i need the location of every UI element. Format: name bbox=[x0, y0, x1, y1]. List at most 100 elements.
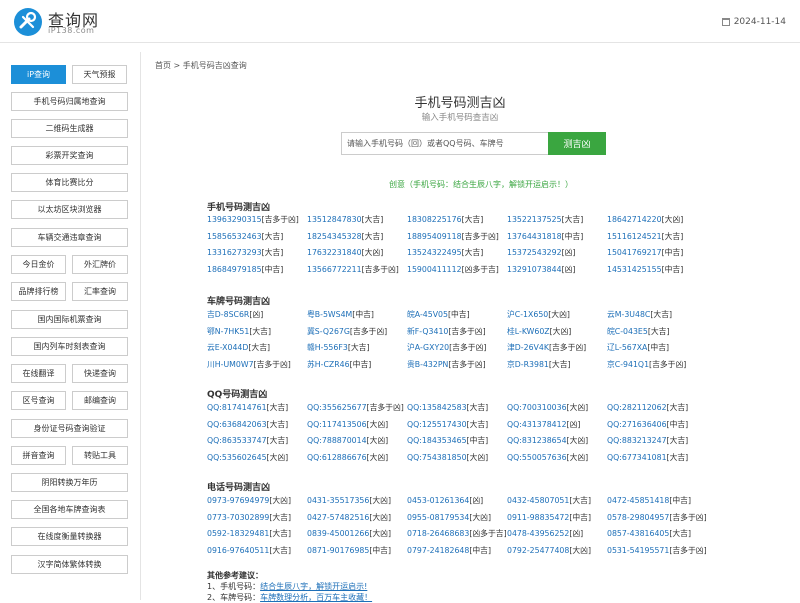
result-item[interactable]: QQ:788870014[大凶] bbox=[307, 435, 407, 452]
result-link[interactable]: 0478-43956252 bbox=[507, 529, 569, 538]
sidebar-item[interactable]: 阴阳转换万年历 bbox=[11, 473, 128, 492]
result-link[interactable]: QQ:117413506 bbox=[307, 420, 367, 429]
sidebar-item[interactable]: 转贴工具 bbox=[72, 446, 128, 465]
result-link[interactable]: 0431-35517356 bbox=[307, 496, 369, 505]
result-link[interactable]: QQ:431378412 bbox=[507, 420, 567, 429]
result-item[interactable]: 13764431818[中吉] bbox=[507, 231, 607, 248]
result-link[interactable]: 京D-R3981 bbox=[507, 360, 549, 369]
result-link[interactable]: 苏H-CZR46 bbox=[307, 360, 350, 369]
result-item[interactable]: 13524322495[大吉] bbox=[407, 247, 507, 264]
logo-icon[interactable] bbox=[14, 8, 42, 36]
sidebar-item[interactable]: 拼音查询 bbox=[11, 446, 66, 465]
result-item[interactable]: 0797-24182648[中吉] bbox=[407, 545, 507, 562]
result-link[interactable]: QQ:550057636 bbox=[507, 453, 567, 462]
result-item[interactable]: 15856532463[大吉] bbox=[207, 231, 307, 248]
result-item[interactable]: 17632231840[大凶] bbox=[307, 247, 407, 264]
result-link[interactable]: 吉D-8SC6R bbox=[207, 310, 249, 319]
result-link[interactable]: 18308225176 bbox=[407, 215, 462, 224]
result-item[interactable]: 沪A-GXY20[吉多于凶] bbox=[407, 342, 507, 359]
result-link[interactable]: QQ:612886676 bbox=[307, 453, 367, 462]
result-link[interactable]: 0472-45851418 bbox=[607, 496, 669, 505]
result-item[interactable]: 0718-26468683[凶多于吉] bbox=[407, 528, 507, 545]
result-link[interactable]: 新F-Q3410 bbox=[407, 327, 448, 336]
result-link[interactable]: 18254345328 bbox=[307, 232, 362, 241]
sidebar-item[interactable]: 外汇牌价 bbox=[72, 255, 128, 274]
sidebar-item[interactable]: iP查询 bbox=[11, 65, 66, 84]
result-link[interactable]: QQ:535602645 bbox=[207, 453, 267, 462]
sidebar-item[interactable]: 身份证号码查询验证 bbox=[11, 419, 128, 438]
result-item[interactable]: 18684979185[中吉] bbox=[207, 264, 307, 281]
sidebar-item[interactable]: 体育比赛比分 bbox=[11, 173, 128, 192]
result-item[interactable]: 云M-3U48C[大吉] bbox=[607, 309, 707, 326]
result-link[interactable]: 0911-98835472 bbox=[507, 513, 569, 522]
notes-link[interactable]: 结合生辰八字，解锁开运启示! bbox=[260, 582, 367, 591]
result-link[interactable]: 17632231840 bbox=[307, 248, 362, 257]
result-item[interactable]: QQ:184353465[中吉] bbox=[407, 435, 507, 452]
result-item[interactable]: 15372543292[凶] bbox=[507, 247, 607, 264]
result-item[interactable]: 吉D-8SC6R[凶] bbox=[207, 309, 307, 326]
result-item[interactable]: 0792-25477408[大凶] bbox=[507, 545, 607, 562]
result-link[interactable]: QQ:788870014 bbox=[307, 436, 367, 445]
result-item[interactable]: 14531425155[中吉] bbox=[607, 264, 707, 281]
result-link[interactable]: 18642714220 bbox=[607, 215, 662, 224]
result-link[interactable]: 鄂N-7HK51 bbox=[207, 327, 249, 336]
result-item[interactable]: QQ:612886676[大凶] bbox=[307, 452, 407, 469]
result-link[interactable]: 14531425155 bbox=[607, 265, 662, 274]
result-item[interactable]: QQ:117413506[大凶] bbox=[307, 419, 407, 436]
result-item[interactable]: 云E-X044D[大吉] bbox=[207, 342, 307, 359]
result-item[interactable]: 13291073844[凶] bbox=[507, 264, 607, 281]
result-item[interactable]: 0478-43956252[凶] bbox=[507, 528, 607, 545]
result-link[interactable]: 13291073844 bbox=[507, 265, 562, 274]
result-link[interactable]: QQ:863533747 bbox=[207, 436, 267, 445]
result-link[interactable]: 18895409118 bbox=[407, 232, 462, 241]
result-link[interactable]: 13512847830 bbox=[307, 215, 362, 224]
sidebar-item[interactable]: 车辆交通违章查询 bbox=[11, 228, 128, 247]
result-item[interactable]: QQ:677341081[大吉] bbox=[607, 452, 707, 469]
result-item[interactable]: 0472-45851418[中吉] bbox=[607, 495, 707, 512]
result-link[interactable]: QQ:184353465 bbox=[407, 436, 467, 445]
result-item[interactable]: 0916-97640511[大吉] bbox=[207, 545, 307, 562]
result-link[interactable]: 13524322495 bbox=[407, 248, 462, 257]
result-item[interactable]: 15900411112[凶多于吉] bbox=[407, 264, 507, 281]
result-item[interactable]: 桂L-KW60Z[大凶] bbox=[507, 326, 607, 343]
result-link[interactable]: 0792-25477408 bbox=[507, 546, 569, 555]
result-item[interactable]: QQ:135842583[大吉] bbox=[407, 402, 507, 419]
result-item[interactable]: 0955-08179534[大凶] bbox=[407, 512, 507, 529]
result-item[interactable]: 新F-Q3410[吉多于凶] bbox=[407, 326, 507, 343]
result-item[interactable]: 0839-45001266[大凶] bbox=[307, 528, 407, 545]
result-item[interactable]: 0773-70302899[大吉] bbox=[207, 512, 307, 529]
result-item[interactable]: 贵B-432PN[吉多于凶] bbox=[407, 359, 507, 376]
result-item[interactable]: QQ:431378412[凶] bbox=[507, 419, 607, 436]
sidebar-item[interactable]: 快递查询 bbox=[72, 364, 128, 383]
result-item[interactable]: QQ:831238654[大凶] bbox=[507, 435, 607, 452]
result-item[interactable]: 津D-26V4K[吉多于凶] bbox=[507, 342, 607, 359]
result-link[interactable]: 桂L-KW60Z bbox=[507, 327, 550, 336]
result-link[interactable]: 0592-18329481 bbox=[207, 529, 269, 538]
result-link[interactable]: 0916-97640511 bbox=[207, 546, 269, 555]
result-link[interactable]: 贵B-432PN bbox=[407, 360, 448, 369]
result-item[interactable]: 沪C-1X650[大凶] bbox=[507, 309, 607, 326]
result-link[interactable]: 18684979185 bbox=[207, 265, 262, 274]
result-item[interactable]: QQ:700310036[大凶] bbox=[507, 402, 607, 419]
result-link[interactable]: 0531-54195571 bbox=[607, 546, 669, 555]
result-link[interactable]: 皖A-45V05 bbox=[407, 310, 448, 319]
result-link[interactable]: 0773-70302899 bbox=[207, 513, 269, 522]
result-link[interactable]: QQ:282112062 bbox=[607, 403, 667, 412]
result-item[interactable]: QQ:355625677[吉多于凶] bbox=[307, 402, 407, 419]
result-link[interactable]: 0973-97694979 bbox=[207, 496, 269, 505]
result-item[interactable]: QQ:282112062[大吉] bbox=[607, 402, 707, 419]
result-item[interactable]: 13566772211[吉多于凶] bbox=[307, 264, 407, 281]
result-item[interactable]: QQ:636842063[大吉] bbox=[207, 419, 307, 436]
result-item[interactable]: 粤B-5WS4M[中吉] bbox=[307, 309, 407, 326]
result-link[interactable]: 云E-X044D bbox=[207, 343, 248, 352]
result-item[interactable]: 13512847830[大吉] bbox=[307, 214, 407, 231]
result-link[interactable]: 0955-08179534 bbox=[407, 513, 469, 522]
result-item[interactable]: 0427-57482516[大凶] bbox=[307, 512, 407, 529]
sidebar-item[interactable]: 彩票开奖查询 bbox=[11, 146, 128, 165]
result-item[interactable]: QQ:271636406[中吉] bbox=[607, 419, 707, 436]
result-link[interactable]: 粤B-5WS4M bbox=[307, 310, 352, 319]
result-item[interactable]: 0578-29804957[吉多于凶] bbox=[607, 512, 707, 529]
result-link[interactable]: 沪C-1X650 bbox=[507, 310, 548, 319]
sidebar-item[interactable]: 全国各地车牌查询表 bbox=[11, 500, 128, 519]
sidebar-item[interactable]: 品牌排行榜 bbox=[11, 282, 66, 301]
